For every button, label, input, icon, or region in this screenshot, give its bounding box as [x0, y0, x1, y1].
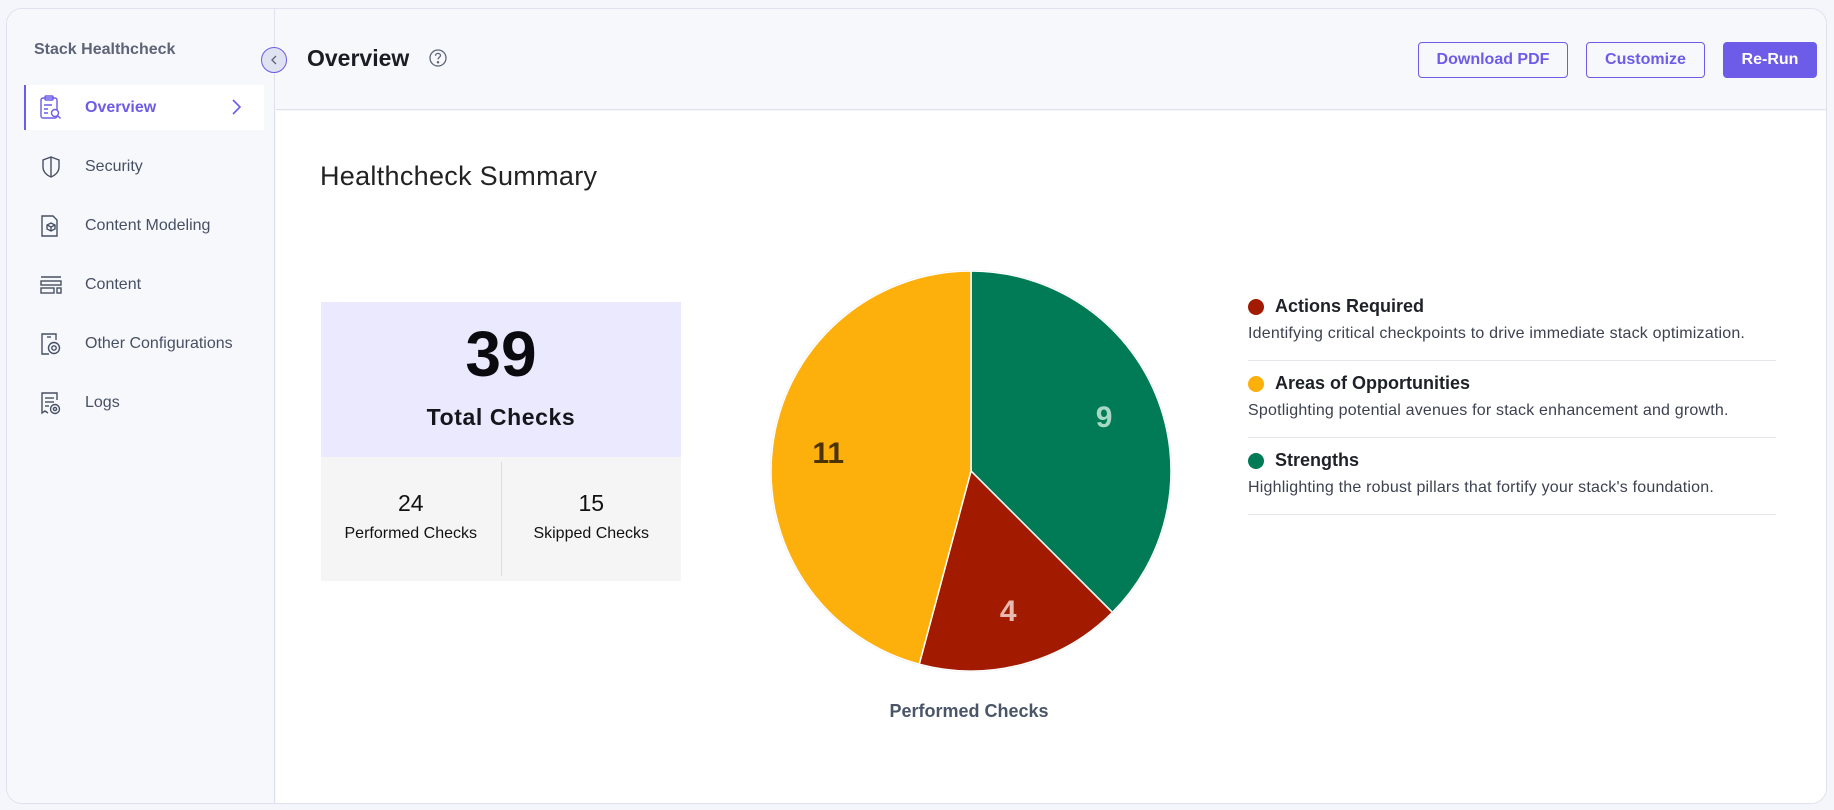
app-frame: Stack Healthcheck Overview Security Cont… [6, 8, 1827, 804]
main-content: Healthcheck Summary 39 Total Checks 24 P… [276, 111, 1826, 803]
logs-icon [38, 390, 64, 416]
sidebar-item-security[interactable]: Security [24, 144, 264, 189]
total-checks-label: Total Checks [426, 404, 576, 430]
legend-description: Identifying critical checkpoints to driv… [1248, 325, 1746, 342]
legend-name: Strengths [1275, 450, 1360, 470]
total-checks-value: 39 [465, 318, 537, 390]
sidebar-item-overview[interactable]: Overview [24, 85, 264, 130]
help-icon[interactable] [428, 48, 448, 68]
legend-item-strengths: Strengths Highlighting the robust pillar… [1248, 438, 1776, 515]
checks-summary-card: 39 Total Checks 24 Performed Checks 15 S… [321, 302, 681, 581]
chevron-right-icon [226, 97, 246, 117]
sidebar-item-label: Overview [85, 98, 157, 116]
sidebar-item-label: Content [85, 275, 142, 293]
pie-label-actions-required: 4 [1000, 595, 1017, 628]
skipped-checks-value: 15 [578, 490, 605, 516]
shield-icon [38, 154, 64, 180]
legend-name: Actions Required [1275, 296, 1425, 316]
download-pdf-button[interactable]: Download PDF [1418, 42, 1568, 78]
pie-chart-svg: 9 4 11 [770, 270, 1172, 672]
section-title: Healthcheck Summary [320, 161, 598, 191]
sidebar-item-content[interactable]: Content [24, 262, 264, 307]
legend-dot-red [1248, 298, 1264, 315]
clipboard-search-icon [38, 94, 64, 121]
content-layout-icon [38, 272, 64, 298]
rerun-button[interactable]: Re-Run [1723, 42, 1817, 78]
sidebar-title: Stack Healthcheck [34, 41, 176, 58]
checks-breakdown: 24 Performed Checks 15 Skipped Checks [321, 457, 681, 581]
legend-item-opportunities: Areas of Opportunities Spotlighting pote… [1248, 361, 1776, 438]
settings-document-icon [38, 331, 64, 357]
chart-legend: Actions Required Identifying critical ch… [1248, 296, 1776, 515]
legend-description: Highlighting the robust pillars that for… [1248, 479, 1714, 496]
page-title: Overview [307, 45, 410, 71]
sidebar-item-label: Logs [85, 393, 120, 411]
sidebar-item-other-configurations[interactable]: Other Configurations [24, 321, 264, 366]
skipped-checks-label: Skipped Checks [533, 525, 650, 542]
skipped-checks-stat: 15 Skipped Checks [500, 462, 682, 576]
legend-dot-orange [1248, 375, 1264, 392]
performed-checks-value: 24 [397, 490, 424, 516]
sidebar-item-label: Other Configurations [85, 334, 233, 352]
total-checks-box: 39 Total Checks [321, 302, 681, 457]
sidebar: Stack Healthcheck Overview Security Cont… [7, 9, 275, 803]
cube-document-icon [38, 213, 64, 239]
chevron-left-icon [271, 55, 277, 65]
pie-label-areas-of-opportunities: 11 [812, 437, 844, 470]
chart-title: Performed Checks [889, 701, 1049, 721]
legend-description: Spotlighting potential avenues for stack… [1248, 402, 1729, 419]
customize-button[interactable]: Customize [1586, 42, 1705, 78]
pie-label-strengths: 9 [1096, 401, 1113, 434]
performed-checks-label: Performed Checks [344, 525, 478, 542]
sidebar-item-logs[interactable]: Logs [24, 380, 264, 425]
pie-chart: 9 4 11 [761, 261, 1181, 681]
sidebar-item-content-modeling[interactable]: Content Modeling [24, 203, 264, 248]
sidebar-item-label: Security [85, 157, 143, 175]
page-header: Overview Download PDF Customize Re-Run [276, 9, 1826, 110]
legend-name: Areas of Opportunities [1275, 373, 1471, 393]
sidebar-nav: Overview Security Content Modeling Conte… [24, 85, 264, 439]
collapse-sidebar-button[interactable] [261, 47, 287, 73]
legend-dot-green [1248, 452, 1264, 469]
legend-item-actions-required: Actions Required Identifying critical ch… [1248, 296, 1776, 361]
sidebar-item-label: Content Modeling [85, 216, 211, 234]
performed-checks-stat: 24 Performed Checks [321, 457, 501, 581]
